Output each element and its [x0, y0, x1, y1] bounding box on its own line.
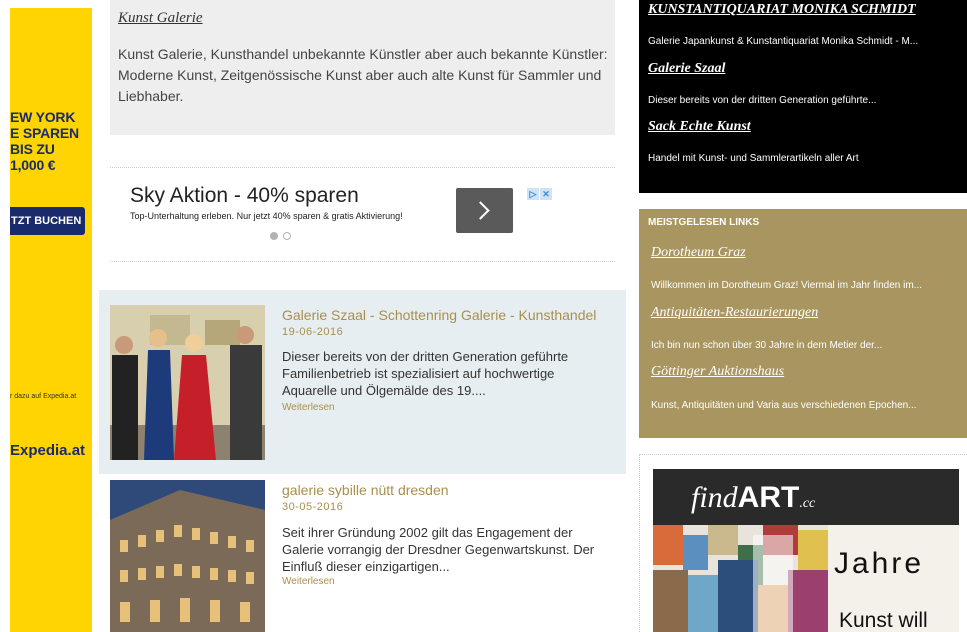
most-read-link-title[interactable]: Antiquitäten-Restaurierungen: [651, 305, 818, 321]
most-read-header: MEISTGELESEN LINKS: [648, 217, 760, 228]
most-read-link-desc: Willkommen im Dorotheum Graz! Viermal im…: [651, 280, 922, 291]
expedia-ad[interactable]: EW YORK E SPAREN BIS ZU 1,000 € TZT BUCH…: [10, 8, 92, 632]
sidebar-link-title[interactable]: KUNSTANTIQUARIAT MONIKA SCHMIDT: [648, 2, 916, 18]
findart-banner[interactable]: findART.cc Jahre Kunst will: [653, 469, 959, 632]
findart-logo: findART.cc: [691, 481, 816, 514]
ad-dot-active[interactable]: [270, 232, 278, 240]
sidebar-link-desc: Galerie Japankunst & Kunstantiquariat Mo…: [648, 36, 919, 47]
article-excerpt: Seit ihrer Gründung 2002 gilt das Engage…: [282, 525, 595, 574]
ad-fine-print: r dazu auf Expedia.at: [10, 393, 77, 400]
sidebar-link-title[interactable]: Galerie Szaal: [648, 61, 725, 77]
sidebar-gallery-links: KUNSTANTIQUARIAT MONIKA SCHMIDT Galerie …: [639, 0, 967, 193]
article-date: 19-06-2016: [282, 326, 344, 338]
article-photo[interactable]: [110, 480, 265, 632]
sky-ad-subtitle: Top-Unterhaltung erleben. Nur jetzt 40% …: [130, 211, 403, 221]
ad-close-icon[interactable]: ✕: [540, 188, 552, 200]
ad-book-button[interactable]: TZT BUCHEN: [10, 207, 85, 235]
article-photo[interactable]: [110, 305, 265, 460]
sky-ad-title[interactable]: Sky Aktion - 40% sparen: [130, 184, 359, 208]
findart-tagline: Kunst will: [839, 609, 928, 632]
kunst-galerie-title[interactable]: Kunst Galerie: [118, 10, 203, 27]
kunst-galerie-text: Kunst Galerie, Kunsthandel unbekannte Kü…: [118, 46, 608, 104]
divider: [110, 261, 615, 262]
kunst-galerie-teaser: Kunst Galerie Kunst Galerie, Kunsthandel…: [110, 0, 615, 135]
most-read-link-desc: Kunst, Antiquitäten und Varia aus versch…: [651, 400, 917, 411]
ad-pagination: [270, 227, 296, 245]
article-item: galerie sybille nütt dresden 30-05-2016 …: [99, 474, 626, 632]
read-more-link[interactable]: Weiterlesen: [282, 576, 335, 587]
sidebar-link-desc: Dieser bereits von der dritten Generatio…: [648, 95, 877, 106]
ad-next-button[interactable]: [456, 188, 513, 233]
read-more-link[interactable]: Weiterlesen: [282, 402, 335, 413]
findart-jahre-text: Jahre: [834, 547, 925, 580]
article-title[interactable]: galerie sybille nütt dresden: [282, 482, 449, 498]
most-read-link-title[interactable]: Göttinger Auktionshaus: [651, 364, 784, 380]
adchoices-play-icon: ▷: [527, 188, 539, 200]
findart-banner-container: findART.cc Jahre Kunst will: [639, 454, 967, 632]
chevron-right-icon: [471, 201, 490, 220]
most-read-links: MEISTGELESEN LINKS Dorotheum Graz Willko…: [639, 209, 967, 438]
article-title[interactable]: Galerie Szaal - Schottenring Galerie - K…: [282, 307, 596, 323]
article-item: Galerie Szaal - Schottenring Galerie - K…: [99, 290, 626, 474]
article-excerpt: Dieser bereits von der dritten Generatio…: [282, 349, 569, 398]
sidebar-link-desc: Handel mit Kunst- und Sammlerartikeln al…: [648, 153, 859, 164]
divider: [110, 167, 615, 168]
ad-promo-text: EW YORK E SPAREN BIS ZU 1,000 €: [10, 109, 79, 173]
most-read-link-desc: Ich bin nun schon über 30 Jahre in dem M…: [651, 340, 883, 351]
expedia-logo: Expedia.at: [10, 442, 86, 459]
sidebar-link-title[interactable]: Sack Echte Kunst: [648, 119, 751, 135]
article-date: 30-05-2016: [282, 501, 344, 513]
most-read-link-title[interactable]: Dorotheum Graz: [651, 245, 746, 261]
adchoices-icon[interactable]: ▷ ✕: [527, 184, 553, 200]
ad-dot[interactable]: [283, 232, 291, 240]
